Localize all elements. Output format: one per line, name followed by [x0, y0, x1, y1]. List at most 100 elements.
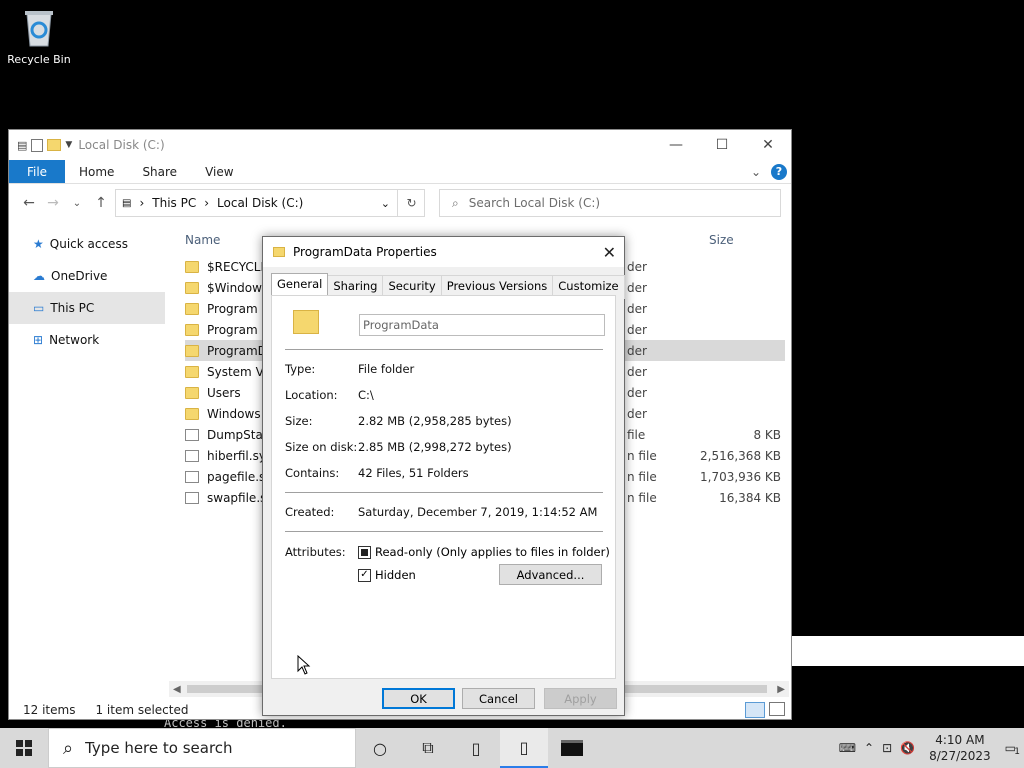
- ribbon-tab-view[interactable]: View: [191, 160, 247, 183]
- volume-muted-icon[interactable]: 🔇: [900, 741, 915, 755]
- close-button[interactable]: ✕: [745, 130, 791, 160]
- ribbon-tab-file[interactable]: File: [9, 160, 65, 183]
- size-on-disk-label: Size on disk:: [285, 440, 358, 454]
- notification-center-icon[interactable]: ▭ 1: [1005, 741, 1020, 757]
- clock-time: 4:10 AM: [935, 733, 985, 747]
- properties-quick-icon[interactable]: [31, 138, 44, 152]
- breadcrumb-separator-icon: ›: [204, 196, 210, 210]
- recycle-bin-desktop-icon[interactable]: Recycle Bin: [4, 6, 74, 66]
- file-type: n file: [627, 448, 657, 463]
- cortana-icon[interactable]: ○: [356, 728, 404, 768]
- file-explorer-taskbar-icon[interactable]: ▯: [452, 728, 500, 768]
- clock-date: 8/27/2023: [929, 749, 991, 763]
- advanced-button[interactable]: Advanced...: [499, 564, 602, 585]
- file-name: Program Files: [207, 301, 267, 316]
- nav-item-quick-access[interactable]: ★ Quick access: [9, 228, 165, 260]
- tab-general[interactable]: General: [271, 273, 329, 297]
- up-arrow-icon[interactable]: ↑: [89, 195, 113, 211]
- computer-icon: ▭: [33, 301, 45, 315]
- ribbon-tab-share[interactable]: Share: [128, 160, 191, 183]
- file-type: der: [627, 364, 647, 379]
- folder-large-icon: [293, 310, 319, 334]
- network-tray-icon[interactable]: ⊡: [882, 741, 892, 755]
- column-header-name[interactable]: Name: [185, 233, 220, 247]
- ribbon-tab-home[interactable]: Home: [65, 160, 128, 183]
- expand-ribbon-icon[interactable]: ⌄: [751, 165, 761, 179]
- folder-icon: [185, 323, 199, 336]
- dialog-close-button[interactable]: ✕: [603, 243, 616, 262]
- ribbon-tabs: File Home Share View ⌄ ?: [9, 160, 791, 184]
- scroll-left-icon[interactable]: ◀: [173, 684, 181, 695]
- column-header-size[interactable]: Size: [709, 233, 734, 247]
- back-arrow-icon[interactable]: ←: [17, 195, 41, 211]
- notepad-taskbar-icon[interactable]: ▯: [500, 728, 548, 768]
- folder-icon: [185, 407, 199, 420]
- forward-arrow-icon[interactable]: →: [41, 195, 65, 211]
- clock[interactable]: 4:10 AM 8/27/2023: [923, 732, 997, 764]
- file-icon: [185, 470, 199, 483]
- file-type: n file: [627, 469, 657, 484]
- minimize-button[interactable]: —: [653, 130, 699, 160]
- nav-item-label: Quick access: [49, 237, 128, 251]
- address-bar[interactable]: ▤ › This PC › Local Disk (C:) ⌄: [115, 189, 425, 217]
- command-prompt-taskbar-icon[interactable]: [548, 728, 596, 768]
- nav-item-label: OneDrive: [51, 269, 108, 283]
- folder-icon: [185, 260, 199, 273]
- file-name: $RECYCLE.BIN: [207, 259, 267, 274]
- details-view-icon[interactable]: [745, 702, 765, 718]
- start-button[interactable]: [0, 728, 48, 768]
- maximize-button[interactable]: ☐: [699, 130, 745, 160]
- created-label: Created:: [285, 505, 335, 519]
- nav-item-this-pc[interactable]: ▭ This PC: [9, 292, 165, 324]
- file-type: n file: [627, 490, 657, 505]
- task-view-icon[interactable]: ⧉: [404, 728, 452, 768]
- file-name: hiberfil.sys: [207, 448, 267, 463]
- separator: [285, 531, 603, 532]
- cancel-button[interactable]: Cancel: [462, 688, 535, 709]
- size-on-disk-value: 2.85 MB (2,998,272 bytes): [358, 440, 512, 454]
- contains-value: 42 Files, 51 Folders: [358, 466, 469, 480]
- nav-item-network[interactable]: ⊞ Network: [9, 324, 165, 356]
- nav-item-onedrive[interactable]: ☁ OneDrive: [9, 260, 165, 292]
- recent-locations-icon[interactable]: ⌄: [65, 198, 89, 209]
- scroll-right-icon[interactable]: ▶: [777, 684, 785, 695]
- address-dropdown-icon[interactable]: ⌄: [381, 197, 390, 210]
- search-placeholder: Search Local Disk (C:): [468, 196, 601, 210]
- file-name: Program Files (x86): [207, 322, 267, 337]
- folder-name-field[interactable]: ProgramData: [359, 314, 605, 336]
- show-hidden-icons-icon[interactable]: ⌃: [864, 741, 874, 755]
- file-name: DumpStack.log.tmp: [207, 427, 267, 442]
- navigation-pane: ★ Quick access ☁ OneDrive ▭ This PC ⊞ Network: [9, 228, 165, 698]
- file-type: der: [627, 301, 647, 316]
- properties-dialog: ProgramData Properties ✕ General Sharing S…: [262, 236, 625, 716]
- recycle-bin-icon: [25, 11, 53, 47]
- selection-count: 1 item selected: [95, 703, 189, 717]
- dialog-title: ProgramData Properties: [293, 245, 437, 259]
- location-label: Location:: [285, 388, 338, 402]
- readonly-checkbox-box[interactable]: [358, 545, 371, 559]
- hidden-checkbox-box[interactable]: ✓: [358, 568, 371, 582]
- customize-quick-access-icon[interactable]: ▼: [65, 140, 72, 150]
- file-type: der: [627, 322, 647, 337]
- help-icon[interactable]: ?: [771, 163, 787, 180]
- separator: [285, 492, 603, 493]
- taskbar-search-box[interactable]: ⌕ Type here to search: [48, 728, 356, 768]
- folder-icon: [185, 365, 199, 378]
- large-icons-view-icon[interactable]: [769, 702, 785, 716]
- ok-button[interactable]: OK: [382, 688, 455, 709]
- readonly-checkbox[interactable]: Read-only (Only applies to files in fold…: [358, 545, 610, 559]
- new-folder-quick-icon[interactable]: [47, 139, 62, 151]
- breadcrumb-local-disk[interactable]: Local Disk (C:): [217, 196, 303, 210]
- keyboard-icon[interactable]: ⌨: [839, 741, 856, 755]
- file-name: ProgramData: [207, 343, 267, 358]
- explorer-app-icon: ▤: [17, 138, 28, 152]
- search-input[interactable]: ⌕ Search Local Disk (C:): [439, 189, 781, 217]
- size-label: Size:: [285, 414, 313, 428]
- file-name: $Windows.~WS: [207, 280, 267, 295]
- file-size: 2,516,368 KB: [700, 448, 781, 463]
- refresh-icon[interactable]: ↻: [397, 189, 425, 217]
- file-size: 8 KB: [753, 427, 781, 442]
- hidden-checkbox[interactable]: ✓ Hidden: [358, 568, 416, 582]
- breadcrumb-this-pc[interactable]: This PC: [152, 196, 196, 210]
- file-name: pagefile.sys: [207, 469, 267, 484]
